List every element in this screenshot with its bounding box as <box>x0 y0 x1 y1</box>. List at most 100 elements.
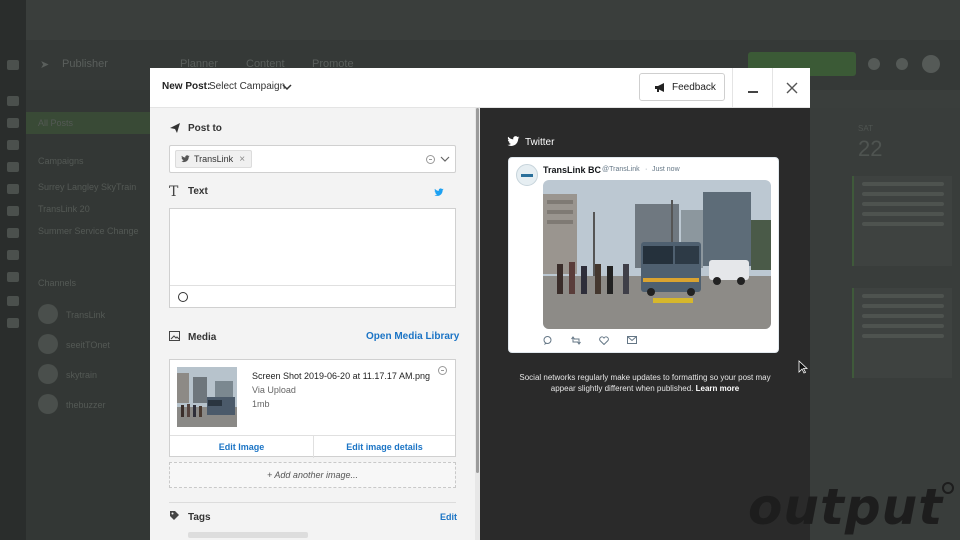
profile-selector[interactable]: TransLink × <box>169 145 456 173</box>
calendar-post-card <box>852 176 952 266</box>
post-text-input[interactable] <box>169 208 456 308</box>
app-nav-rail <box>0 0 26 540</box>
media-file-size: 1mb <box>252 399 270 409</box>
calendar-post-card <box>852 288 952 378</box>
new-post-label: New Post: <box>162 81 211 92</box>
preview-network-title: Twitter <box>525 137 555 148</box>
sidebar-item: Summer Service Change <box>38 226 139 236</box>
nav-rail-icon <box>7 250 19 260</box>
sidebar-item: All Posts <box>38 118 74 128</box>
tweet-handle: @TransLink <box>602 166 640 173</box>
reply-icon[interactable] <box>543 336 552 345</box>
nav-rail-icon <box>7 60 19 70</box>
sidebar-heading: Channels <box>38 278 77 288</box>
tags-title: Tags <box>188 512 211 523</box>
text-toolbar <box>170 285 455 308</box>
background-app-title: Publisher <box>62 58 108 70</box>
retweet-icon[interactable] <box>571 336 581 345</box>
nav-rail-icon <box>7 318 19 328</box>
tags-placeholder <box>188 532 308 538</box>
background-sidebar: All Posts Campaigns Surrey Langley SkyTr… <box>26 90 150 540</box>
open-media-library-link[interactable]: Open Media Library <box>366 331 459 342</box>
nav-rail-icon <box>7 162 19 172</box>
tag-icon <box>170 511 179 520</box>
channel-avatar <box>38 334 58 354</box>
media-actions: Edit Image Edit image details <box>170 435 455 458</box>
heart-icon[interactable] <box>599 336 609 345</box>
media-item-card: Screen Shot 2019-06-20 at 11.17.17 AM.pn… <box>169 359 456 458</box>
nav-rail-icon <box>7 96 19 106</box>
nav-rail-icon <box>7 228 19 238</box>
tweet-display-name: TransLink BC <box>543 165 602 175</box>
minimize-button[interactable] <box>732 68 772 108</box>
nav-rail-icon <box>7 118 19 128</box>
remove-media-icon[interactable] <box>438 366 447 375</box>
nav-rail-icon <box>7 272 19 282</box>
sidebar-item: TransLink 20 <box>38 204 90 214</box>
tags-edit-link[interactable]: Edit <box>440 512 457 522</box>
bus-photo-thumbnail <box>177 367 237 427</box>
sidebar-item: TransLink <box>66 310 106 320</box>
calendar-day-of-week: SAT <box>858 124 873 133</box>
compose-scrollbar-thumb[interactable] <box>476 108 479 473</box>
nav-rail-icon <box>7 140 19 150</box>
media-file-source: Via Upload <box>252 385 296 395</box>
campaign-select[interactable]: Select Campaign <box>209 81 285 92</box>
feedback-button[interactable]: Feedback <box>639 73 725 101</box>
preview-pane: Twitter TransLink BC @TransLink · Just n… <box>480 108 810 540</box>
emoji-icon[interactable] <box>178 292 188 302</box>
tweet-timestamp: Just now <box>652 166 680 173</box>
bus-photo <box>543 180 771 329</box>
paper-plane-icon <box>170 123 180 133</box>
media-file-name: Screen Shot 2019-06-20 at 11.17.17 AM.pn… <box>252 371 430 381</box>
media-thumbnail[interactable] <box>177 367 237 427</box>
chip-remove-icon[interactable]: × <box>239 154 245 165</box>
bell-icon <box>896 58 908 70</box>
sidebar-item: thebuzzer <box>66 400 106 410</box>
calendar-day-number: 22 <box>858 136 883 161</box>
profile-chip[interactable]: TransLink × <box>175 150 253 168</box>
minimize-icon <box>748 91 758 93</box>
sidebar-item: Surrey Langley SkyTrain <box>38 182 137 192</box>
watermark-registered-mark <box>942 482 954 494</box>
edit-image-details-button[interactable]: Edit image details <box>314 436 455 458</box>
nav-rail-icon <box>7 184 19 194</box>
tweet-separator: · <box>645 166 648 173</box>
media-title: Media <box>188 332 217 343</box>
edit-image-button[interactable]: Edit Image <box>170 436 313 458</box>
close-button[interactable] <box>772 68 810 108</box>
nav-rail-icon <box>7 206 19 216</box>
twitter-icon <box>181 155 190 163</box>
text-title: Text <box>188 186 208 197</box>
new-post-modal: New Post: Select Campaign Feedback Post … <box>150 68 810 540</box>
modal-header: New Post: Select Campaign Feedback <box>150 68 810 108</box>
feedback-label: Feedback <box>672 82 716 93</box>
background-calendar: SAT 22 <box>810 108 960 540</box>
learn-more-link[interactable]: Learn more <box>696 384 740 393</box>
tweet-image <box>543 180 771 329</box>
text-format-icon: T <box>169 184 179 200</box>
chevron-down-icon[interactable] <box>281 81 293 93</box>
preview-note: Social networks regularly make updates t… <box>510 372 780 394</box>
twitter-icon <box>507 136 520 146</box>
sidebar-heading: Campaigns <box>38 156 84 166</box>
mouse-cursor-icon <box>798 360 808 374</box>
avatar <box>922 55 940 73</box>
image-icon <box>169 331 180 341</box>
message-icon[interactable] <box>627 336 637 344</box>
paper-plane-icon: ➤ <box>40 59 50 71</box>
post-to-title: Post to <box>188 123 222 134</box>
channel-avatar <box>38 364 58 384</box>
chevron-down-icon[interactable] <box>440 154 450 164</box>
help-icon <box>868 58 880 70</box>
avatar <box>516 164 538 186</box>
channel-avatar <box>38 304 58 324</box>
profile-chip-label: TransLink <box>194 154 234 164</box>
sidebar-item: seeitTOnet <box>66 340 110 350</box>
channel-avatar <box>38 394 58 414</box>
clear-selection-icon[interactable] <box>426 155 435 164</box>
add-another-image-button[interactable]: + Add another image... <box>169 462 456 488</box>
tweet-preview-card: TransLink BC @TransLink · Just now <box>508 157 779 353</box>
megaphone-icon <box>655 83 664 92</box>
compose-pane: Post to TransLink × T Text Media Open Med… <box>150 108 475 540</box>
